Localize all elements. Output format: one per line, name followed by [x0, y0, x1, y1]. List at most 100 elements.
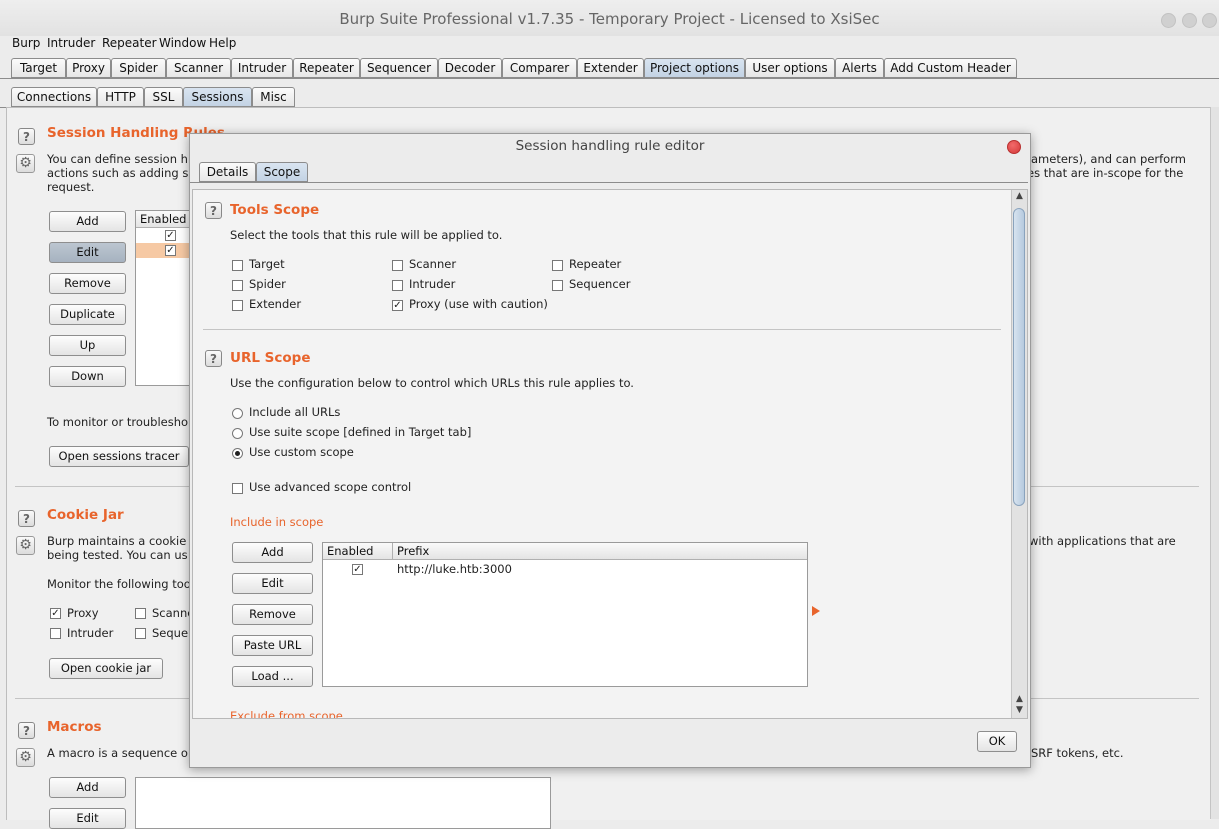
scope-col-enabled[interactable]: Enabled — [323, 543, 393, 560]
scope-row-prefix: http://luke.htb:3000 — [397, 562, 512, 576]
cookie-intruder-checkbox[interactable] — [50, 628, 61, 639]
tab-decoder[interactable]: Decoder — [438, 58, 502, 78]
scope-col-prefix[interactable]: Prefix — [393, 543, 807, 560]
scope-row-enabled-checkbox[interactable]: ✓ — [352, 564, 363, 575]
close-window-button[interactable] — [1202, 13, 1217, 28]
cookie-jar-help-icon[interactable]: ? — [18, 510, 35, 527]
tab-sequencer[interactable]: Sequencer — [360, 58, 438, 78]
include-all-urls-label: Include all URLs — [249, 405, 341, 419]
scope-edit-button[interactable]: Edit — [232, 573, 313, 594]
cookie-proxy-checkbox[interactable]: ✓ — [50, 608, 61, 619]
macros-table[interactable] — [135, 777, 551, 829]
rule-2-enabled-checkbox[interactable]: ✓ — [165, 245, 176, 256]
scope-vertical-scrollbar[interactable]: ▲ ▲ ▼ — [1011, 190, 1027, 718]
scope-scroll-pane[interactable]: ? Tools Scope Select the tools that this… — [192, 189, 1028, 719]
tab-alerts[interactable]: Alerts — [835, 58, 884, 78]
scope-add-button[interactable]: Add — [232, 542, 313, 563]
rule-add-button[interactable]: Add — [49, 211, 126, 232]
use-custom-scope-radio[interactable] — [232, 448, 243, 459]
tab-add-custom-header[interactable]: Add Custom Header — [884, 58, 1017, 78]
session-rules-table[interactable]: Enabled ✓ ✓ — [135, 210, 197, 386]
tool-intruder-checkbox[interactable] — [392, 280, 403, 291]
session-rules-desc-line3: request. — [47, 180, 95, 194]
open-cookie-jar-button[interactable]: Open cookie jar — [49, 658, 163, 679]
advanced-scope-checkbox[interactable] — [232, 483, 243, 494]
url-scope-desc: Use the configuration below to control w… — [230, 376, 634, 390]
tool-target-checkbox[interactable] — [232, 260, 243, 271]
tool-proxy-label: Proxy (use with caution) — [409, 297, 548, 311]
tab-intruder[interactable]: Intruder — [231, 58, 293, 78]
scope-paste-url-button[interactable]: Paste URL — [232, 635, 313, 656]
rule-up-button[interactable]: Up — [49, 335, 126, 356]
menu-window[interactable]: Window — [159, 36, 206, 50]
dialog-title: Session handling rule editor — [515, 138, 705, 154]
include-scope-table[interactable]: Enabled Prefix ✓ http://luke.htb:3000 — [322, 542, 808, 687]
cookie-scanner-checkbox[interactable] — [135, 608, 146, 619]
macro-add-button[interactable]: Add — [49, 777, 126, 798]
tab-http[interactable]: HTTP — [97, 87, 144, 107]
cookie-intruder-label: Intruder — [67, 626, 114, 640]
session-rules-gear-icon[interactable]: ⚙ — [16, 154, 35, 173]
cookie-jar-monitor-label: Monitor the following tool — [47, 577, 195, 591]
macros-gear-icon[interactable]: ⚙ — [16, 748, 35, 767]
use-suite-scope-radio[interactable] — [232, 428, 243, 439]
scope-remove-button[interactable]: Remove — [232, 604, 313, 625]
tab-extender[interactable]: Extender — [577, 58, 644, 78]
scope-load-button[interactable]: Load ... — [232, 666, 313, 687]
tab-repeater[interactable]: Repeater — [293, 58, 360, 78]
maximize-button[interactable] — [1182, 13, 1197, 28]
tab-project-options[interactable]: Project options — [644, 58, 745, 78]
tool-extender-checkbox[interactable] — [232, 300, 243, 311]
ok-button[interactable]: OK — [977, 731, 1017, 752]
expand-arrow-icon[interactable] — [812, 606, 820, 616]
tools-scope-help-icon[interactable]: ? — [205, 202, 222, 219]
table-row[interactable]: ✓ — [136, 243, 196, 258]
tab-misc[interactable]: Misc — [252, 87, 295, 107]
rule-edit-button[interactable]: Edit — [49, 242, 126, 263]
table-row[interactable]: ✓ — [136, 228, 196, 243]
rule-1-enabled-checkbox[interactable]: ✓ — [165, 230, 176, 241]
menu-burp[interactable]: Burp — [12, 36, 40, 50]
tab-user-options[interactable]: User options — [745, 58, 835, 78]
session-rules-help-icon[interactable]: ? — [18, 128, 35, 145]
tool-proxy-checkbox[interactable]: ✓ — [392, 300, 403, 311]
include-in-scope-label: Include in scope — [230, 515, 324, 529]
menu-help[interactable]: Help — [209, 36, 236, 50]
tab-connections[interactable]: Connections — [11, 87, 97, 107]
tab-scanner[interactable]: Scanner — [166, 58, 231, 78]
tab-scope[interactable]: Scope — [256, 162, 308, 182]
tab-sessions[interactable]: Sessions — [183, 87, 252, 107]
rule-remove-button[interactable]: Remove — [49, 273, 126, 294]
cookie-jar-gear-icon[interactable]: ⚙ — [16, 536, 35, 555]
cookie-sequencer-checkbox[interactable] — [135, 628, 146, 639]
menu-repeater[interactable]: Repeater — [102, 36, 157, 50]
menu-intruder[interactable]: Intruder — [47, 36, 95, 50]
tool-sequencer-checkbox[interactable] — [552, 280, 563, 291]
tool-spider-checkbox[interactable] — [232, 280, 243, 291]
rule-down-button[interactable]: Down — [49, 366, 126, 387]
rule-duplicate-button[interactable]: Duplicate — [49, 304, 126, 325]
tab-ssl[interactable]: SSL — [144, 87, 183, 107]
tool-repeater-checkbox[interactable] — [552, 260, 563, 271]
tab-details[interactable]: Details — [199, 162, 256, 182]
dialog-close-button[interactable] — [1007, 140, 1021, 154]
url-scope-help-icon[interactable]: ? — [205, 350, 222, 367]
tab-comparer[interactable]: Comparer — [502, 58, 577, 78]
tab-spider[interactable]: Spider — [111, 58, 166, 78]
tab-proxy[interactable]: Proxy — [66, 58, 111, 78]
open-sessions-tracer-button[interactable]: Open sessions tracer — [49, 446, 189, 467]
scroll-thumb[interactable] — [1013, 208, 1025, 506]
scroll-up-arrow-icon[interactable]: ▲ — [1014, 191, 1025, 201]
main-scrollbar[interactable] — [1210, 107, 1219, 819]
scroll-down-arrow-icon[interactable]: ▲ — [1014, 694, 1025, 704]
cookie-proxy-label: Proxy — [67, 606, 99, 620]
cookie-jar-desc-line1-end: with applications that are — [1029, 534, 1176, 548]
tool-scanner-checkbox[interactable] — [392, 260, 403, 271]
macros-help-icon[interactable]: ? — [18, 722, 35, 739]
rules-col-enabled[interactable]: Enabled — [136, 211, 196, 228]
tab-target[interactable]: Target — [11, 58, 66, 78]
include-all-urls-radio[interactable] — [232, 408, 243, 419]
scroll-down-arrow-icon[interactable]: ▼ — [1014, 705, 1025, 715]
minimize-button[interactable] — [1161, 13, 1176, 28]
table-row[interactable]: ✓ http://luke.htb:3000 — [323, 561, 807, 577]
